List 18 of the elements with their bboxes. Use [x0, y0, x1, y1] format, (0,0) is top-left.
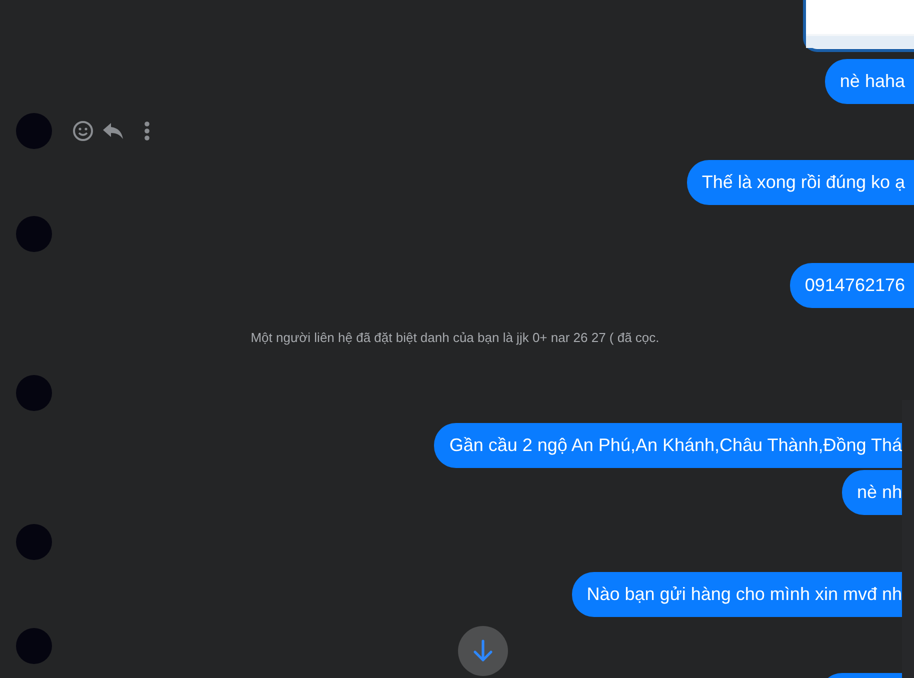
avatar [16, 113, 52, 149]
scroll-down-button[interactable] [458, 626, 508, 676]
message-bubble: Thế là xong rồi đúng ko ạ [686, 160, 914, 205]
message-bubble: Nào bạn gửi hàng cho mình xin mvđ nh [572, 572, 902, 617]
avatar [16, 216, 52, 252]
arrow-down-icon [472, 639, 494, 663]
more-icon[interactable] [144, 121, 150, 141]
emoji-icon[interactable] [72, 120, 94, 142]
avatar [16, 524, 52, 560]
avatar [16, 375, 52, 411]
message-bubble: nè haha [824, 59, 914, 104]
message-bubble: nè nh [842, 470, 902, 515]
reply-icon[interactable] [102, 122, 124, 140]
message-bubble: Gần cầu 2 ngộ An Phú,An Khánh,Châu Thành,Đồng Thá [434, 423, 902, 468]
system-notice: Một người liên hệ đã đặt biệt danh của bạn là jjk 0+ nar 26 27 ( đã cọc. [250, 330, 660, 346]
message-bubble: 0914762176 [790, 263, 914, 308]
avatar [16, 628, 52, 664]
image-attachment[interactable] [803, 0, 914, 52]
